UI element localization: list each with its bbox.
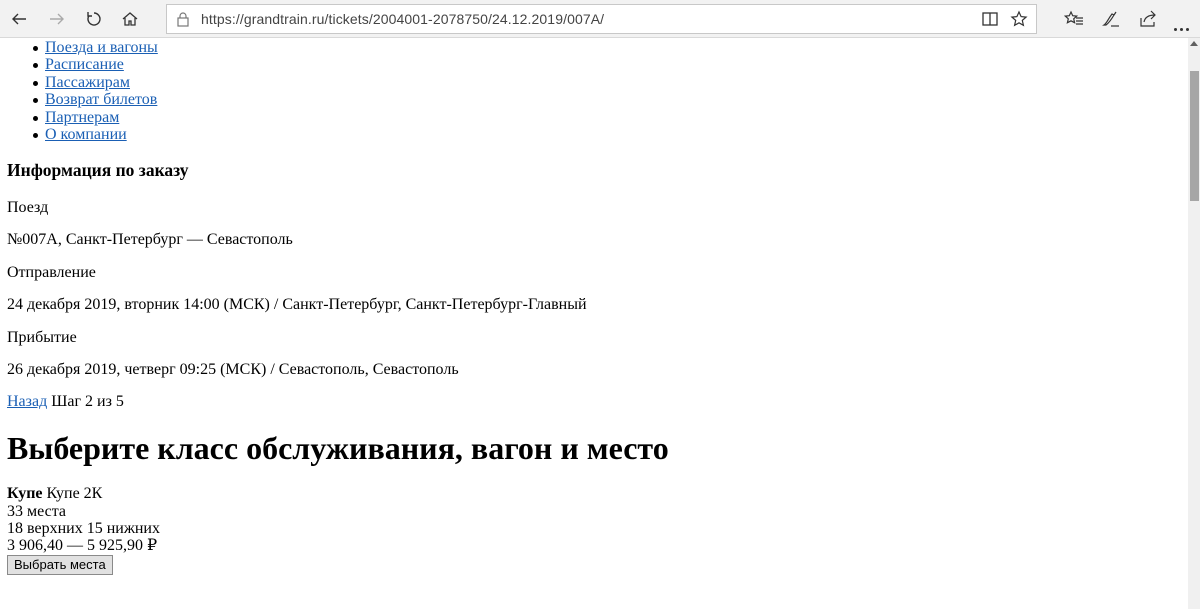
menu-item: О компании — [33, 126, 158, 143]
lock-icon — [177, 12, 189, 27]
class-code: Купе 2К — [46, 485, 103, 502]
page-content: Поезда и вагоны Расписание Пассажирам Во… — [0, 38, 1188, 609]
menu-link-refunds[interactable]: Возврат билетов — [45, 91, 157, 108]
page-title: Выберите класс обслуживания, вагон и мес… — [7, 430, 669, 466]
menu-link-about[interactable]: О компании — [45, 126, 127, 143]
order-info-heading: Информация по заказу — [7, 160, 189, 180]
arrow-left-icon — [12, 13, 26, 25]
refresh-button[interactable] — [79, 4, 109, 34]
menu-link-schedule[interactable]: Расписание — [45, 56, 124, 73]
home-button[interactable] — [115, 4, 145, 34]
menu-item: Пассажирам — [33, 74, 158, 91]
address-bar[interactable]: https://grandtrain.ru/tickets/2004001-20… — [166, 4, 1037, 34]
seat-breakdown: 18 верхних 15 нижних — [7, 520, 160, 537]
departure-label: Отправление — [7, 264, 96, 281]
url-text: https://grandtrain.ru/tickets/2004001-20… — [201, 11, 605, 27]
step-row: Назад Шаг 2 из 5 — [7, 393, 124, 411]
step-indicator: Шаг 2 из 5 — [51, 393, 124, 410]
pen-icon[interactable] — [1101, 9, 1121, 29]
scrollbar-thumb[interactable] — [1190, 71, 1199, 201]
reading-view-icon[interactable] — [981, 10, 999, 28]
scrollbar[interactable] — [1188, 38, 1200, 609]
back-button[interactable] — [4, 4, 34, 34]
browser-toolbar: https://grandtrain.ru/tickets/2004001-20… — [0, 0, 1200, 38]
menu-item: Партнерам — [33, 109, 158, 126]
menu-link-trains[interactable]: Поезда и вагоны — [45, 39, 158, 56]
favorites-icon[interactable] — [1064, 9, 1084, 29]
refresh-icon — [87, 12, 101, 26]
menu-item: Расписание — [33, 56, 158, 73]
select-seats-button[interactable]: Выбрать места — [7, 555, 113, 575]
menu-link-passengers[interactable]: Пассажирам — [45, 74, 130, 91]
forward-button[interactable] — [42, 4, 72, 34]
star-icon[interactable] — [1010, 10, 1028, 28]
train-label: Поезд — [7, 199, 49, 216]
more-icon[interactable] — [1174, 18, 1189, 36]
class-name: Купе — [7, 485, 43, 502]
price-range: 3 906,40 — 5 925,90 ₽ — [7, 537, 158, 554]
departure-value: 24 декабря 2019, вторник 14:00 (МСК) / С… — [7, 296, 587, 313]
scroll-up-icon[interactable] — [1190, 40, 1198, 46]
menu-link-partners[interactable]: Партнерам — [45, 109, 119, 126]
site-menu: Поезда и вагоны Расписание Пассажирам Во… — [33, 39, 158, 143]
share-icon[interactable] — [1138, 9, 1158, 29]
seats-count: 33 места — [7, 503, 67, 520]
back-link[interactable]: Назад — [7, 393, 47, 410]
menu-item: Возврат билетов — [33, 91, 158, 108]
menu-item: Поезда и вагоны — [33, 39, 158, 56]
arrival-label: Прибытие — [7, 329, 77, 346]
class-row: Купе Купе 2К — [7, 485, 102, 503]
arrow-right-icon — [50, 13, 64, 25]
train-value: №007А, Санкт-Петербург — Севастополь — [7, 231, 293, 248]
arrival-value: 26 декабря 2019, четверг 09:25 (МСК) / С… — [7, 361, 459, 378]
home-icon — [122, 12, 138, 26]
